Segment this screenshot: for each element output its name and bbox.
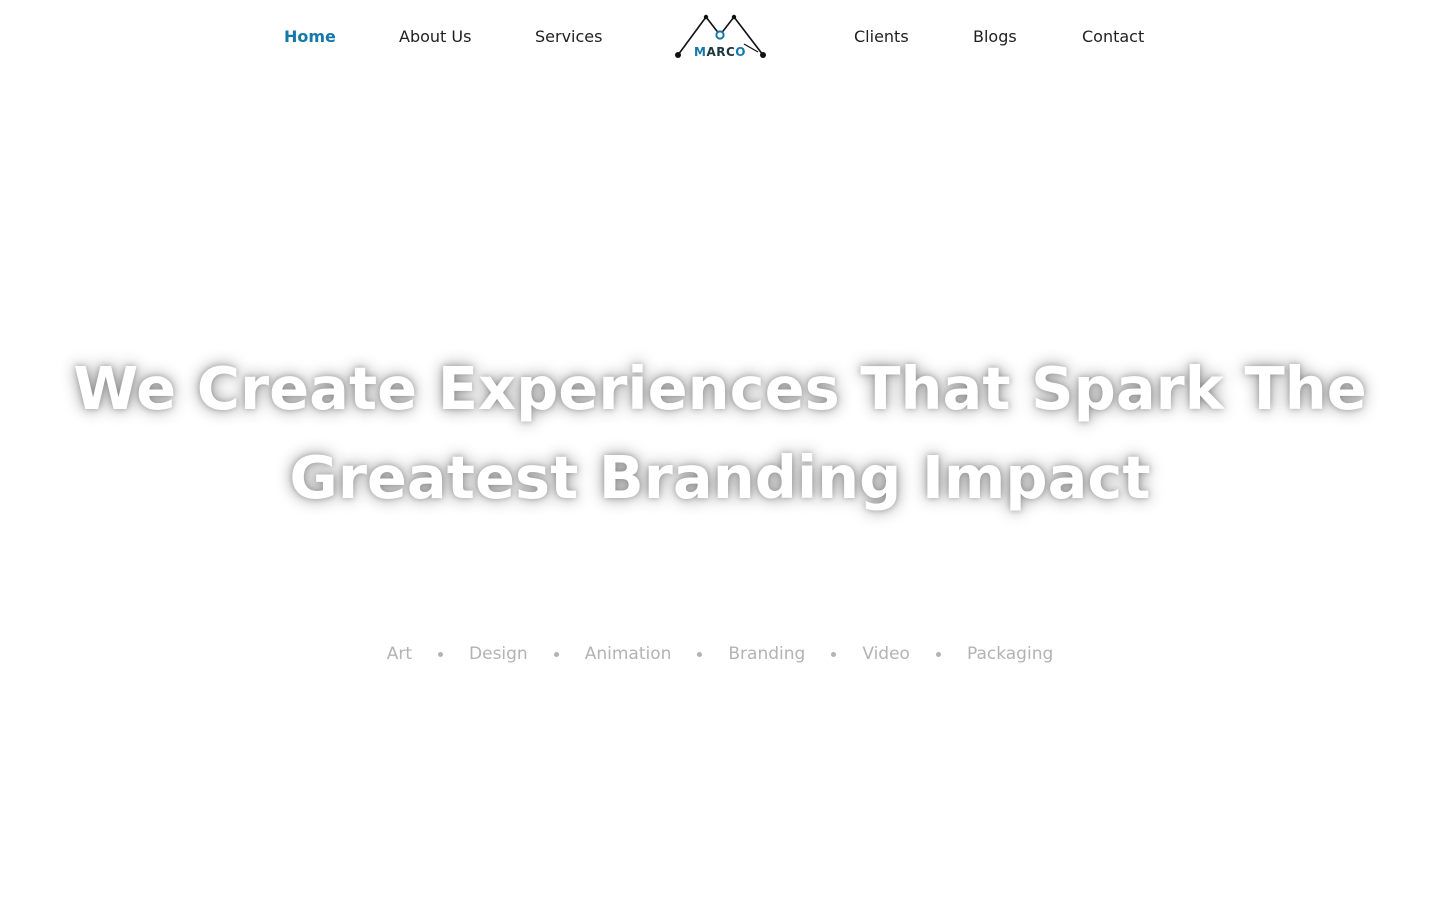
- separator-dot: [553, 651, 559, 657]
- nav-link-home[interactable]: Home: [284, 26, 336, 48]
- tag-design: Design: [469, 644, 528, 664]
- nav-link-clients[interactable]: Clients: [854, 26, 909, 48]
- service-tags: Art Design Animation Branding Video Pack…: [0, 643, 1440, 665]
- logo-wordmark: MARCO: [672, 44, 768, 60]
- tag-art: Art: [386, 644, 413, 664]
- nav-link-blogs[interactable]: Blogs: [973, 26, 1017, 48]
- separator-dot: [831, 651, 837, 657]
- hero-title: We Create Experiences That Spark The Gre…: [60, 344, 1380, 522]
- page: Home About Us Services MARCO Clients Blo…: [0, 0, 1440, 900]
- brand-logo[interactable]: MARCO: [672, 10, 768, 62]
- logo-letter-m: M: [694, 45, 707, 59]
- tag-packaging: Packaging: [966, 644, 1054, 664]
- hero-title-line-1: We Create Experiences That Spark The: [73, 354, 1367, 423]
- tag-video: Video: [862, 644, 910, 664]
- logo-letters-arc: ARC: [706, 45, 736, 59]
- separator-dot: [438, 651, 444, 657]
- separator-dot: [935, 651, 941, 657]
- separator-dot: [697, 651, 703, 657]
- hero-title-line-2: Greatest Branding Impact: [289, 443, 1151, 512]
- logo-letter-o: O: [735, 45, 746, 59]
- nav-link-contact[interactable]: Contact: [1082, 26, 1144, 48]
- nav-link-services[interactable]: Services: [535, 26, 602, 48]
- nav-link-about-us[interactable]: About Us: [399, 26, 471, 48]
- tag-branding: Branding: [728, 644, 806, 664]
- tag-animation: Animation: [584, 644, 672, 664]
